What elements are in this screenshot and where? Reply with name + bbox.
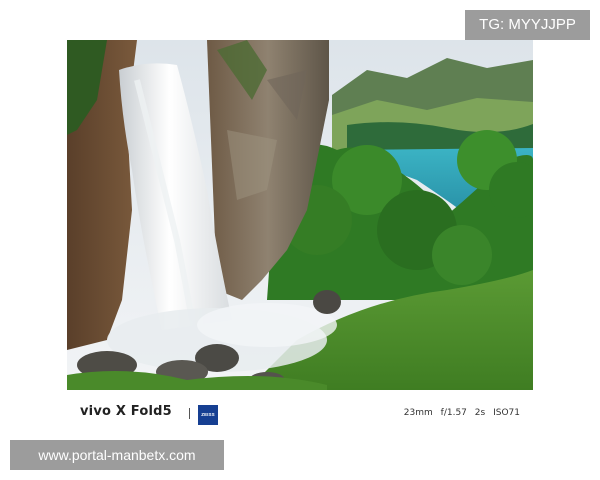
exif-info: 23mm f/1.57 2s ISO71 [399, 408, 520, 418]
iso-value: ISO71 [493, 408, 520, 418]
focal-length: 23mm [403, 408, 433, 418]
brand-divider [189, 408, 190, 419]
camera-info-bar: vivo X Fold5 ZEISS 23mm f/1.57 2s ISO71 [80, 403, 522, 427]
landscape-photo [67, 40, 533, 390]
camera-brand-label: vivo X Fold5 [80, 404, 172, 419]
shutter-speed: 2s [474, 408, 486, 418]
telegram-watermark: TG: MYYJJPP [465, 10, 590, 40]
zeiss-logo-icon: ZEISS [198, 405, 218, 425]
site-watermark: www.portal-manbetx.com [10, 440, 224, 470]
aperture: f/1.57 [440, 408, 467, 418]
